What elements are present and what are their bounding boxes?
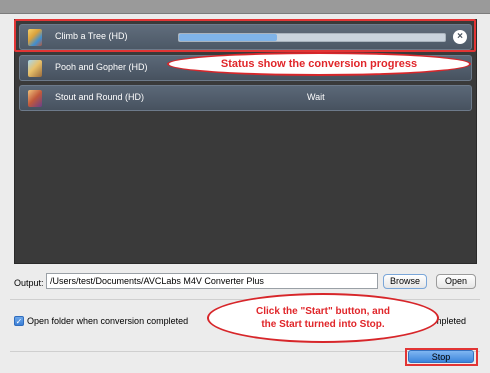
annotation-highlight-box <box>14 19 476 52</box>
output-path-field[interactable]: /Users/test/Documents/AVCLabs M4V Conver… <box>46 273 378 289</box>
task-status: Wait <box>307 92 325 102</box>
task-title: Pooh and Gopher (HD) <box>55 62 148 72</box>
video-thumbnail-icon <box>28 90 42 107</box>
stop-button[interactable]: Stop <box>408 350 474 363</box>
converter-window: Climb a Tree (HD) × Pooh and Gopher (HD)… <box>0 14 490 373</box>
open-button[interactable]: Open <box>436 274 476 289</box>
annotation-callout-progress: Status show the conversion progress <box>167 52 471 76</box>
callout-line-2: the Start turned into Stop. <box>261 319 385 330</box>
open-folder-checkbox[interactable]: ✓ <box>14 316 24 326</box>
video-thumbnail-icon <box>28 60 42 77</box>
callout-line-1: Click the "Start" button, and <box>256 306 390 317</box>
task-title: Stout and Round (HD) <box>55 92 145 102</box>
task-row-3[interactable]: Stout and Round (HD) Wait <box>19 85 472 111</box>
output-label: Output: <box>14 278 44 288</box>
annotation-callout-start: Click the "Start" button, and the Start … <box>207 293 439 343</box>
open-folder-label: Open folder when conversion completed <box>27 316 189 326</box>
browse-button[interactable]: Browse <box>383 274 427 289</box>
window-titlebar <box>0 0 490 14</box>
